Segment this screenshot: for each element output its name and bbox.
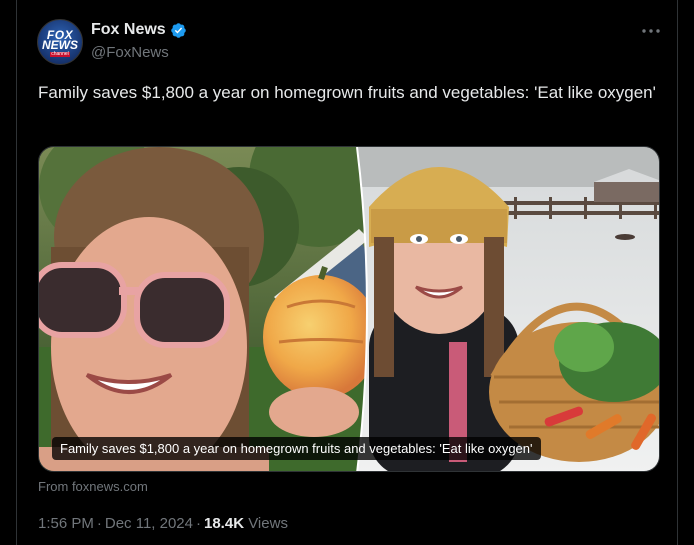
left-border	[16, 0, 17, 545]
tweet-text: Family saves $1,800 a year on homegrown …	[38, 83, 656, 102]
meta-separator: ·	[196, 515, 201, 532]
tweet-time[interactable]: 1:56 PM	[38, 515, 94, 532]
media-caption: Family saves $1,800 a year on homegrown …	[52, 437, 541, 460]
link-card-image[interactable]	[38, 146, 660, 472]
right-border	[677, 0, 678, 545]
author-name[interactable]: Fox News	[91, 21, 166, 39]
tweet-date[interactable]: Dec 11, 2024	[105, 515, 193, 532]
meta-separator: ·	[96, 515, 102, 532]
left-photo	[39, 147, 367, 471]
avatar-logo-news: NEWS	[42, 38, 78, 52]
more-options-icon[interactable]	[640, 20, 662, 42]
views-count: 18.4K	[204, 515, 245, 532]
views-label: Views	[248, 515, 288, 532]
tweet-meta: 1:56 PM · Dec 11, 2024 · 18.4K Views	[38, 515, 288, 532]
right-photo	[357, 147, 659, 471]
verified-badge-icon	[171, 23, 186, 38]
composite-photo	[39, 147, 659, 471]
author-handle[interactable]: @FoxNews	[91, 44, 169, 61]
link-source[interactable]: From foxnews.com	[38, 479, 148, 494]
avatar[interactable]: FOX NEWS channel	[37, 19, 83, 65]
avatar-logo-channel: channel	[50, 51, 70, 57]
